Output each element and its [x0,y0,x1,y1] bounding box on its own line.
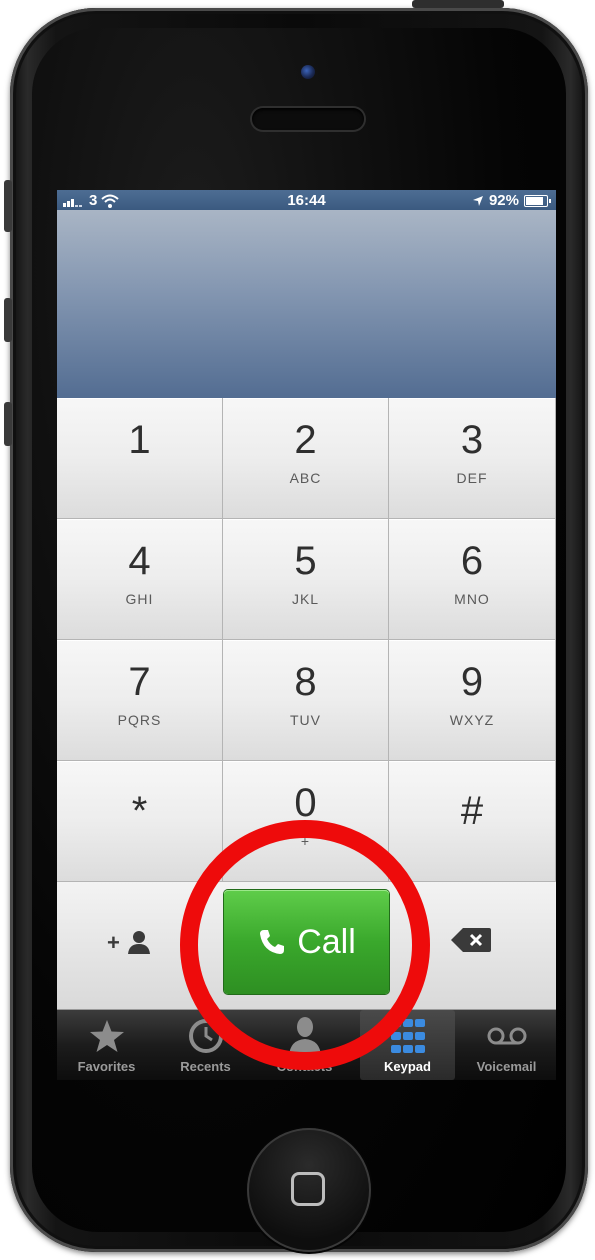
add-contact-button[interactable]: + [107,930,151,961]
tab-bar: Favorites Recents Contacts Keypad Voicem… [57,1010,556,1080]
volume-down-button [4,402,12,446]
key-letters: WXYZ [449,712,495,728]
call-label: Call [297,922,356,961]
key-digit: 9 [460,660,484,704]
home-square-icon [291,1172,325,1206]
key-letters: JKL [291,591,320,607]
tab-label: Favorites [77,1059,136,1074]
tab-voicemail[interactable]: Voicemail [457,1010,556,1080]
key-digit: 2 [294,418,317,462]
key-star[interactable]: * [57,761,223,882]
key-digit: 5 [294,539,317,583]
tab-recents[interactable]: Recents [156,1010,255,1080]
home-button[interactable] [247,1128,371,1252]
key-3[interactable]: 3 DEF [389,398,556,519]
tab-label: Recents [180,1059,231,1074]
key-5[interactable]: 5 JKL [223,519,389,640]
phone-screen: 3 16:44 92% 1 2 ABC 3 DEF 4 GHI 5 JKL 6 … [57,190,556,1080]
tab-label: Contacts [276,1059,333,1074]
call-button[interactable]: Call [224,890,389,994]
status-bar: 3 16:44 92% [57,190,556,210]
star-icon [57,1016,156,1056]
keypad-icon [360,1016,455,1056]
key-letters: ABC [289,470,322,486]
key-letters: GHI [125,591,154,607]
earpiece-speaker [252,108,364,130]
key-digit: 4 [128,539,151,583]
battery-percent: 92% [488,192,519,209]
key-digit: 0 [294,781,317,825]
backspace-icon[interactable] [449,926,493,954]
key-1[interactable]: 1 [57,398,223,519]
key-9[interactable]: 9 WXYZ [389,640,556,761]
tab-label: Voicemail [476,1059,537,1074]
key-digit: 3 [460,418,484,462]
key-digit: 6 [460,539,484,583]
key-4[interactable]: 4 GHI [57,519,223,640]
clock-icon [156,1016,255,1056]
status-right-group: 92% [472,192,551,209]
key-letters: MNO [454,591,490,607]
key-6[interactable]: 6 MNO [389,519,556,640]
key-digit: 7 [128,660,151,704]
front-camera [301,65,315,79]
key-letters: TUV [290,712,321,728]
tab-contacts[interactable]: Contacts [255,1010,354,1080]
volume-up-button [4,298,12,342]
key-digit: # [460,789,484,833]
keypad-action-row: + Call [57,882,556,1010]
key-7[interactable]: 7 PQRS [57,640,223,761]
voicemail-icon [457,1016,556,1056]
mute-switch [4,180,12,232]
key-letters: PQRS [117,712,162,728]
person-icon [255,1016,354,1056]
sleep-button [412,0,504,8]
key-2[interactable]: 2 ABC [223,398,389,519]
key-digit: 8 [294,660,317,704]
battery-icon [524,194,551,207]
tab-label: Keypad [384,1059,431,1074]
add-contact-icon [127,931,150,954]
key-digit: * [131,789,148,833]
phone-icon [260,930,285,954]
key-letters: + [300,833,311,849]
location-arrow-icon [472,195,483,206]
number-display [57,210,556,398]
tab-keypad[interactable]: Keypad [360,1010,455,1080]
tab-favorites[interactable]: Favorites [57,1010,156,1080]
dial-keypad: 1 2 ABC 3 DEF 4 GHI 5 JKL 6 MNO 7 PQRS 8 [57,398,556,882]
key-digit: 1 [128,418,151,462]
key-0[interactable]: 0 + [223,761,389,882]
key-hash[interactable]: # [389,761,556,882]
add-contact-plus: + [107,930,120,955]
key-8[interactable]: 8 TUV [223,640,389,761]
key-letters: DEF [456,470,488,486]
